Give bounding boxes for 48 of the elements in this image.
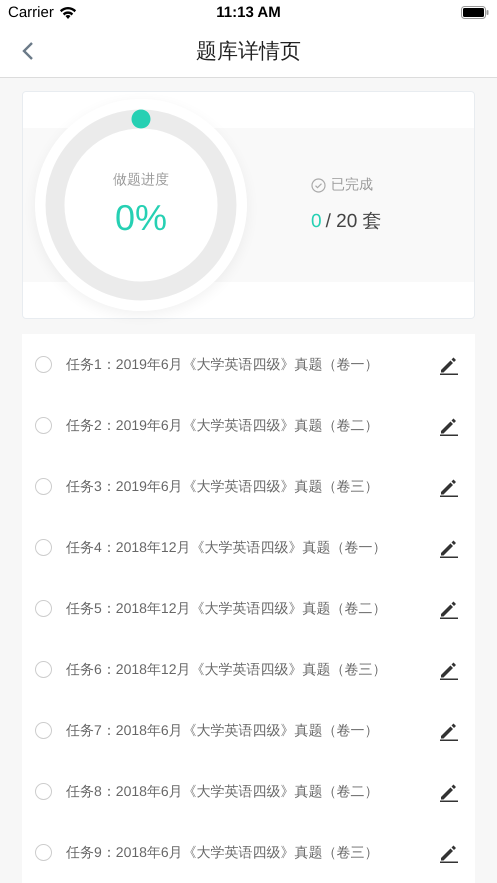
pencil-icon	[439, 598, 459, 618]
task-checkbox[interactable]	[35, 600, 52, 617]
pencil-icon	[439, 782, 459, 802]
task-checkbox[interactable]	[35, 783, 52, 800]
edit-button[interactable]	[439, 660, 459, 680]
edit-button[interactable]	[439, 598, 459, 618]
pencil-icon	[439, 720, 459, 740]
task-title[interactable]: 任务5：2018年12月《大学英语四级》真题（卷二）	[66, 600, 439, 618]
task-checkbox[interactable]	[35, 661, 52, 678]
pencil-icon	[439, 842, 459, 862]
task-title[interactable]: 任务1：2019年6月《大学英语四级》真题（卷一）	[66, 356, 439, 374]
task-title[interactable]: 任务9：2018年6月《大学英语四级》真题（卷三）	[66, 844, 439, 862]
edit-button[interactable]	[439, 416, 459, 436]
page-title: 题库详情页	[196, 39, 301, 65]
edit-button[interactable]	[439, 538, 459, 558]
wifi-icon	[58, 6, 77, 19]
edit-button[interactable]	[439, 476, 459, 496]
task-title[interactable]: 任务3：2019年6月《大学英语四级》真题（卷三）	[66, 478, 439, 496]
pencil-icon	[439, 476, 459, 496]
task-title[interactable]: 任务6：2018年12月《大学英语四级》真题（卷三）	[66, 660, 439, 678]
task-title[interactable]: 任务7：2018年6月《大学英语四级》真题（卷一）	[66, 722, 439, 740]
task-checkbox[interactable]	[35, 722, 52, 739]
task-title[interactable]: 任务2：2019年6月《大学英语四级》真题（卷二）	[66, 416, 439, 434]
battery-icon	[461, 6, 489, 19]
edit-button[interactable]	[439, 842, 459, 862]
back-chevron-icon	[22, 41, 34, 61]
task-checkbox[interactable]	[35, 356, 52, 373]
check-circle-icon	[311, 178, 326, 192]
pencil-icon	[439, 416, 459, 436]
task-title[interactable]: 任务4：2018年12月《大学英语四级》真题（卷一）	[66, 538, 439, 556]
completed-label: 已完成	[331, 176, 373, 194]
edit-button[interactable]	[439, 720, 459, 740]
task-checkbox[interactable]	[35, 478, 52, 495]
task-title[interactable]: 任务8：2018年6月《大学英语四级》真题（卷二）	[66, 782, 439, 800]
progress-label: 做题进度	[113, 171, 169, 189]
task-checkbox[interactable]	[35, 539, 52, 556]
pencil-icon	[439, 354, 459, 374]
task-checkbox[interactable]	[35, 844, 52, 861]
carrier-text: Carrier	[8, 4, 54, 21]
pencil-icon	[439, 538, 459, 558]
task-checkbox[interactable]	[35, 417, 52, 434]
edit-button[interactable]	[439, 782, 459, 802]
progress-percent: 0%	[114, 197, 168, 239]
pencil-icon	[439, 660, 459, 680]
total-count: / 20 套	[326, 210, 382, 234]
completed-count: 0	[311, 211, 322, 233]
edit-button[interactable]	[439, 354, 459, 374]
clock-time: 11:13 AM	[216, 4, 281, 21]
